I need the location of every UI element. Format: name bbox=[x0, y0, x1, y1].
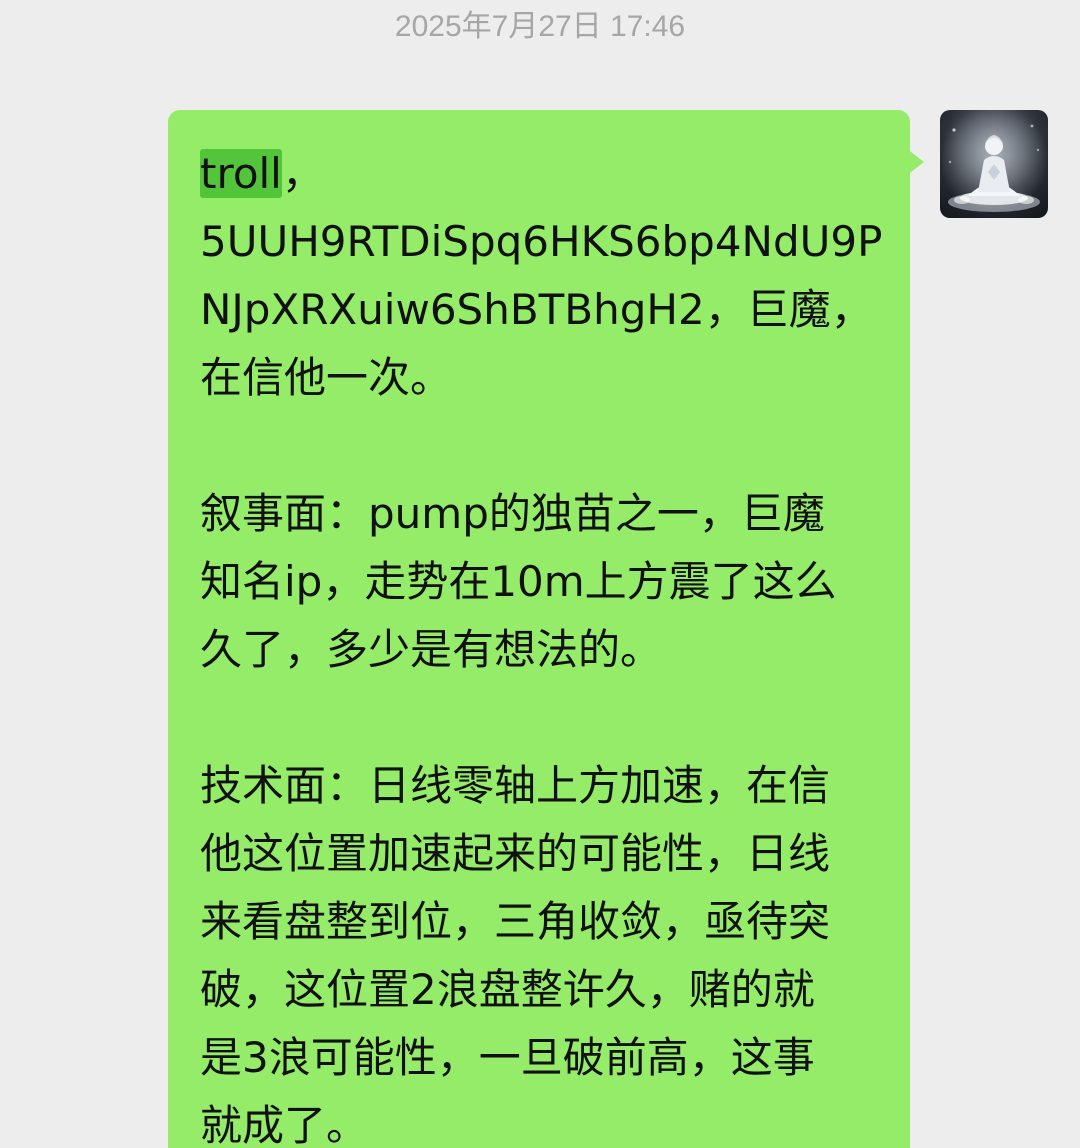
message-line: 来看盘整到位，三角收敛，亟待突 bbox=[200, 897, 831, 946]
message-line: 5UUH9RTDiSpq6HKS6bp4NdU9P bbox=[200, 217, 883, 266]
message-bubble[interactable]: troll， 5UUH9RTDiSpq6HKS6bp4NdU9P NJpXRXu… bbox=[168, 110, 910, 1148]
message-text: ， bbox=[281, 149, 324, 198]
message-timestamp: 2025年7月27日 17:46 bbox=[394, 10, 686, 43]
message-line: 在信他一次。 bbox=[200, 353, 453, 402]
meditating-figure-icon bbox=[940, 110, 1048, 218]
message-line: 知名ip，走势在10m上方震了这么 bbox=[200, 557, 837, 606]
message-line: 破，这位置2浪盘整许久，赌的就 bbox=[200, 965, 815, 1014]
message-line: 他这位置加速起来的可能性，日线 bbox=[200, 829, 831, 878]
sender-avatar[interactable] bbox=[940, 110, 1048, 218]
message-line: 技术面：日线零轴上方加速，在信 bbox=[200, 761, 831, 810]
message-line: 就成了。 bbox=[200, 1101, 369, 1148]
message-line: NJpXRXuiw6ShBTBhgH2，巨魔， bbox=[200, 285, 873, 334]
chat-screen: 2025年7月27日 17:46 troll， 5UUH9RTDiSpq6HKS… bbox=[0, 0, 1080, 1148]
message-line: 久了，多少是有想法的。 bbox=[200, 625, 663, 674]
message-line: 叙事面：pump的独苗之一，巨魔 bbox=[200, 489, 825, 538]
message-line: 是3浪可能性，一旦破前高，这事 bbox=[200, 1033, 815, 1082]
selected-word[interactable]: troll bbox=[200, 149, 282, 198]
message-line: troll， bbox=[200, 140, 880, 208]
